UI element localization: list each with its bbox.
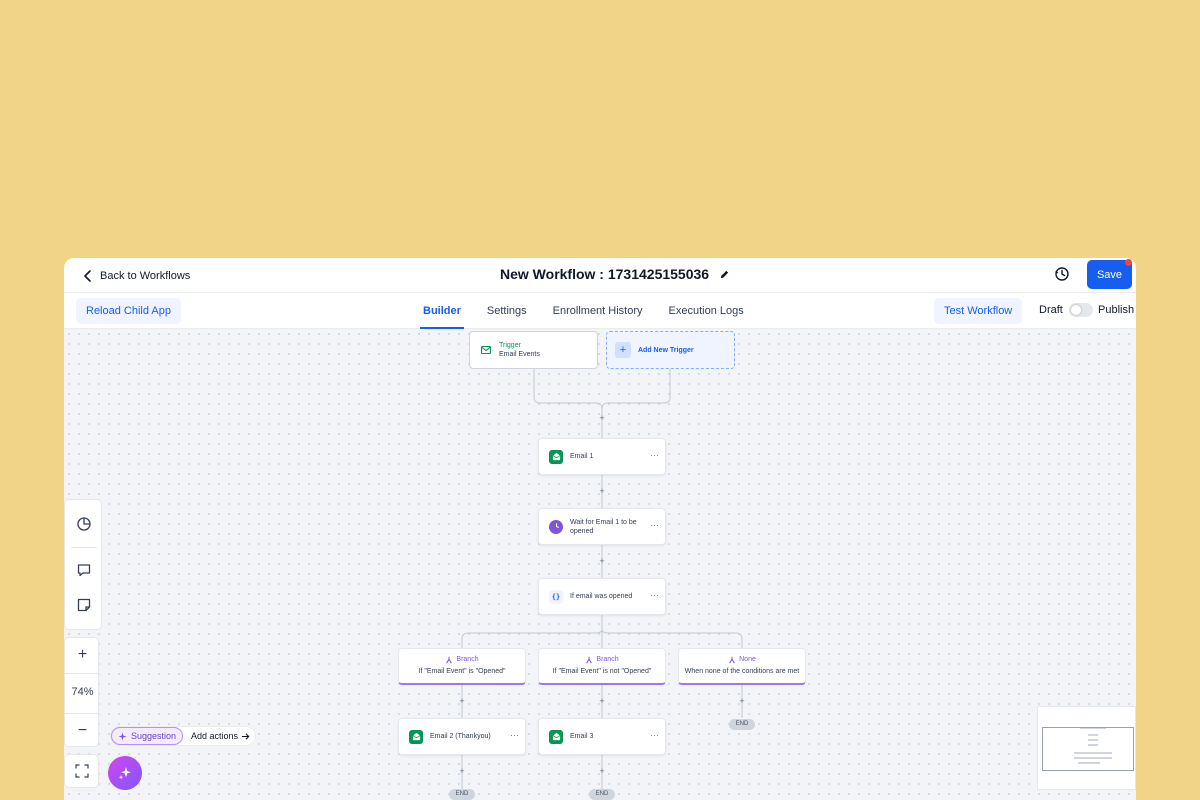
- action-node-email-2[interactable]: Email 2 (Thankyou) ···: [398, 718, 526, 755]
- trigger-title: Trigger: [499, 342, 521, 349]
- back-label: Back to Workflows: [100, 270, 191, 282]
- workflow-title: New Workflow : 1731425155036: [500, 264, 730, 284]
- email-icon: [549, 729, 563, 744]
- more-options-icon[interactable]: ···: [650, 731, 659, 740]
- branch-node-none[interactable]: None When none of the conditions are met: [678, 648, 806, 685]
- branch-icon: [586, 656, 593, 663]
- workflow-builder-window: Back to Workflows New Workflow : 1731425…: [64, 258, 1136, 800]
- condition-node[interactable]: {} If email was opened ···: [538, 578, 666, 615]
- add-actions-link[interactable]: Add actions: [191, 731, 250, 741]
- expand-icon: [74, 764, 89, 778]
- workflow-title-text: New Workflow : 1731425155036: [500, 266, 710, 282]
- zoom-divider: [65, 713, 100, 714]
- add-step-plus[interactable]: +: [597, 766, 607, 776]
- sticky-note-icon[interactable]: [76, 597, 92, 613]
- add-new-trigger-label: Add New Trigger: [638, 346, 694, 354]
- node-label: Email 3: [570, 733, 594, 740]
- sparkle-icon: [118, 731, 127, 741]
- more-options-icon[interactable]: ···: [650, 591, 659, 600]
- branch-description: If "Email Event" is not "Opened": [552, 668, 652, 675]
- zoom-in-button[interactable]: +: [65, 646, 100, 664]
- email-icon: [409, 729, 423, 744]
- history-icon[interactable]: [1053, 265, 1071, 283]
- zoom-divider: [65, 673, 100, 674]
- node-label: Wait for Email 1 to be opened: [570, 518, 637, 535]
- zoom-controls: + 74% −: [64, 637, 100, 747]
- back-to-workflows-link[interactable]: Back to Workflows: [82, 266, 190, 286]
- branch-description: If "Email Event" is "Opened": [418, 668, 506, 675]
- add-actions-label: Add actions: [191, 731, 239, 741]
- sub-header: Reload Child App Builder Settings Enroll…: [64, 293, 1136, 329]
- tool-divider: [71, 547, 97, 548]
- tab-builder[interactable]: Builder: [410, 293, 474, 329]
- node-label: If email was opened: [570, 593, 633, 600]
- node-label: Email 2 (Thankyou): [430, 733, 491, 740]
- trigger-subtitle: Email Events: [499, 351, 540, 358]
- add-step-plus[interactable]: +: [737, 696, 747, 706]
- suggestion-button[interactable]: Suggestion: [111, 727, 184, 745]
- add-step-plus[interactable]: +: [597, 486, 607, 496]
- end-marker: END: [589, 789, 615, 800]
- zoom-out-button[interactable]: −: [65, 722, 100, 740]
- reload-child-app-button[interactable]: Reload Child App: [76, 298, 182, 324]
- branch-node-opened[interactable]: Branch If "Email Event" is "Opened": [398, 648, 526, 685]
- branch-title: None: [739, 656, 756, 663]
- branch-node-not-opened[interactable]: Branch If "Email Event" is not "Opened": [538, 648, 666, 685]
- plus-icon: +: [615, 342, 631, 358]
- action-node-wait[interactable]: Wait for Email 1 to be opened ···: [538, 508, 666, 545]
- draft-label: Draft: [1039, 304, 1063, 316]
- suggestion-label: Suggestion: [131, 731, 177, 741]
- suggestion-bar: Suggestion Add actions: [110, 726, 256, 746]
- branch-icon: [446, 656, 453, 663]
- condition-icon: {}: [549, 589, 563, 604]
- add-step-plus[interactable]: +: [597, 696, 607, 706]
- action-node-email-3[interactable]: Email 3 ···: [538, 718, 666, 755]
- branch-description: When none of the conditions are met: [684, 668, 800, 675]
- branch-icon: [729, 656, 735, 663]
- ai-assistant-button[interactable]: [108, 756, 142, 790]
- end-marker: END: [449, 789, 475, 800]
- mail-icon: [480, 345, 492, 355]
- add-step-plus[interactable]: +: [597, 413, 607, 423]
- tab-enrollment-history[interactable]: Enrollment History: [540, 293, 656, 329]
- tab-execution-logs[interactable]: Execution Logs: [656, 293, 757, 329]
- action-node-email-1[interactable]: Email 1 ···: [538, 438, 666, 475]
- trigger-node[interactable]: Trigger Email Events: [469, 331, 598, 369]
- more-options-icon[interactable]: ···: [650, 521, 659, 530]
- top-header: Back to Workflows New Workflow : 1731425…: [64, 258, 1136, 293]
- chevron-left-icon: [84, 270, 91, 282]
- add-new-trigger-button[interactable]: + Add New Trigger: [606, 331, 735, 369]
- tab-settings[interactable]: Settings: [474, 293, 540, 329]
- add-step-plus[interactable]: +: [457, 696, 467, 706]
- zoom-level: 74%: [71, 686, 94, 698]
- canvas-tools-panel: [64, 499, 102, 630]
- pencil-icon[interactable]: [719, 269, 730, 280]
- comment-icon[interactable]: [76, 562, 92, 578]
- more-options-icon[interactable]: ···: [650, 451, 659, 460]
- arrow-right-icon: [241, 732, 250, 740]
- test-workflow-button[interactable]: Test Workflow: [934, 298, 1023, 324]
- clock-icon: [549, 519, 563, 534]
- unsaved-indicator: [1125, 259, 1132, 266]
- workflow-canvas[interactable]: Trigger Email Events + Add New Trigger +…: [64, 329, 1136, 800]
- email-icon: [549, 449, 563, 464]
- fit-view-button[interactable]: [64, 754, 99, 788]
- minimap[interactable]: [1037, 706, 1136, 790]
- branch-title: Branch: [456, 656, 479, 663]
- publish-toggle[interactable]: [1069, 303, 1093, 317]
- pie-chart-icon[interactable]: [76, 516, 92, 532]
- node-label: Email 1: [570, 453, 594, 460]
- add-step-plus[interactable]: +: [457, 766, 467, 776]
- tab-bar: Builder Settings Enrollment History Exec…: [410, 293, 757, 329]
- end-marker: END: [729, 719, 755, 730]
- branch-title: Branch: [596, 656, 619, 663]
- publish-label: Publish: [1098, 304, 1135, 316]
- sparkle-icon: [118, 767, 131, 780]
- add-step-plus[interactable]: +: [597, 556, 607, 566]
- minimap-viewport[interactable]: [1042, 727, 1134, 771]
- more-options-icon[interactable]: ···: [510, 731, 519, 740]
